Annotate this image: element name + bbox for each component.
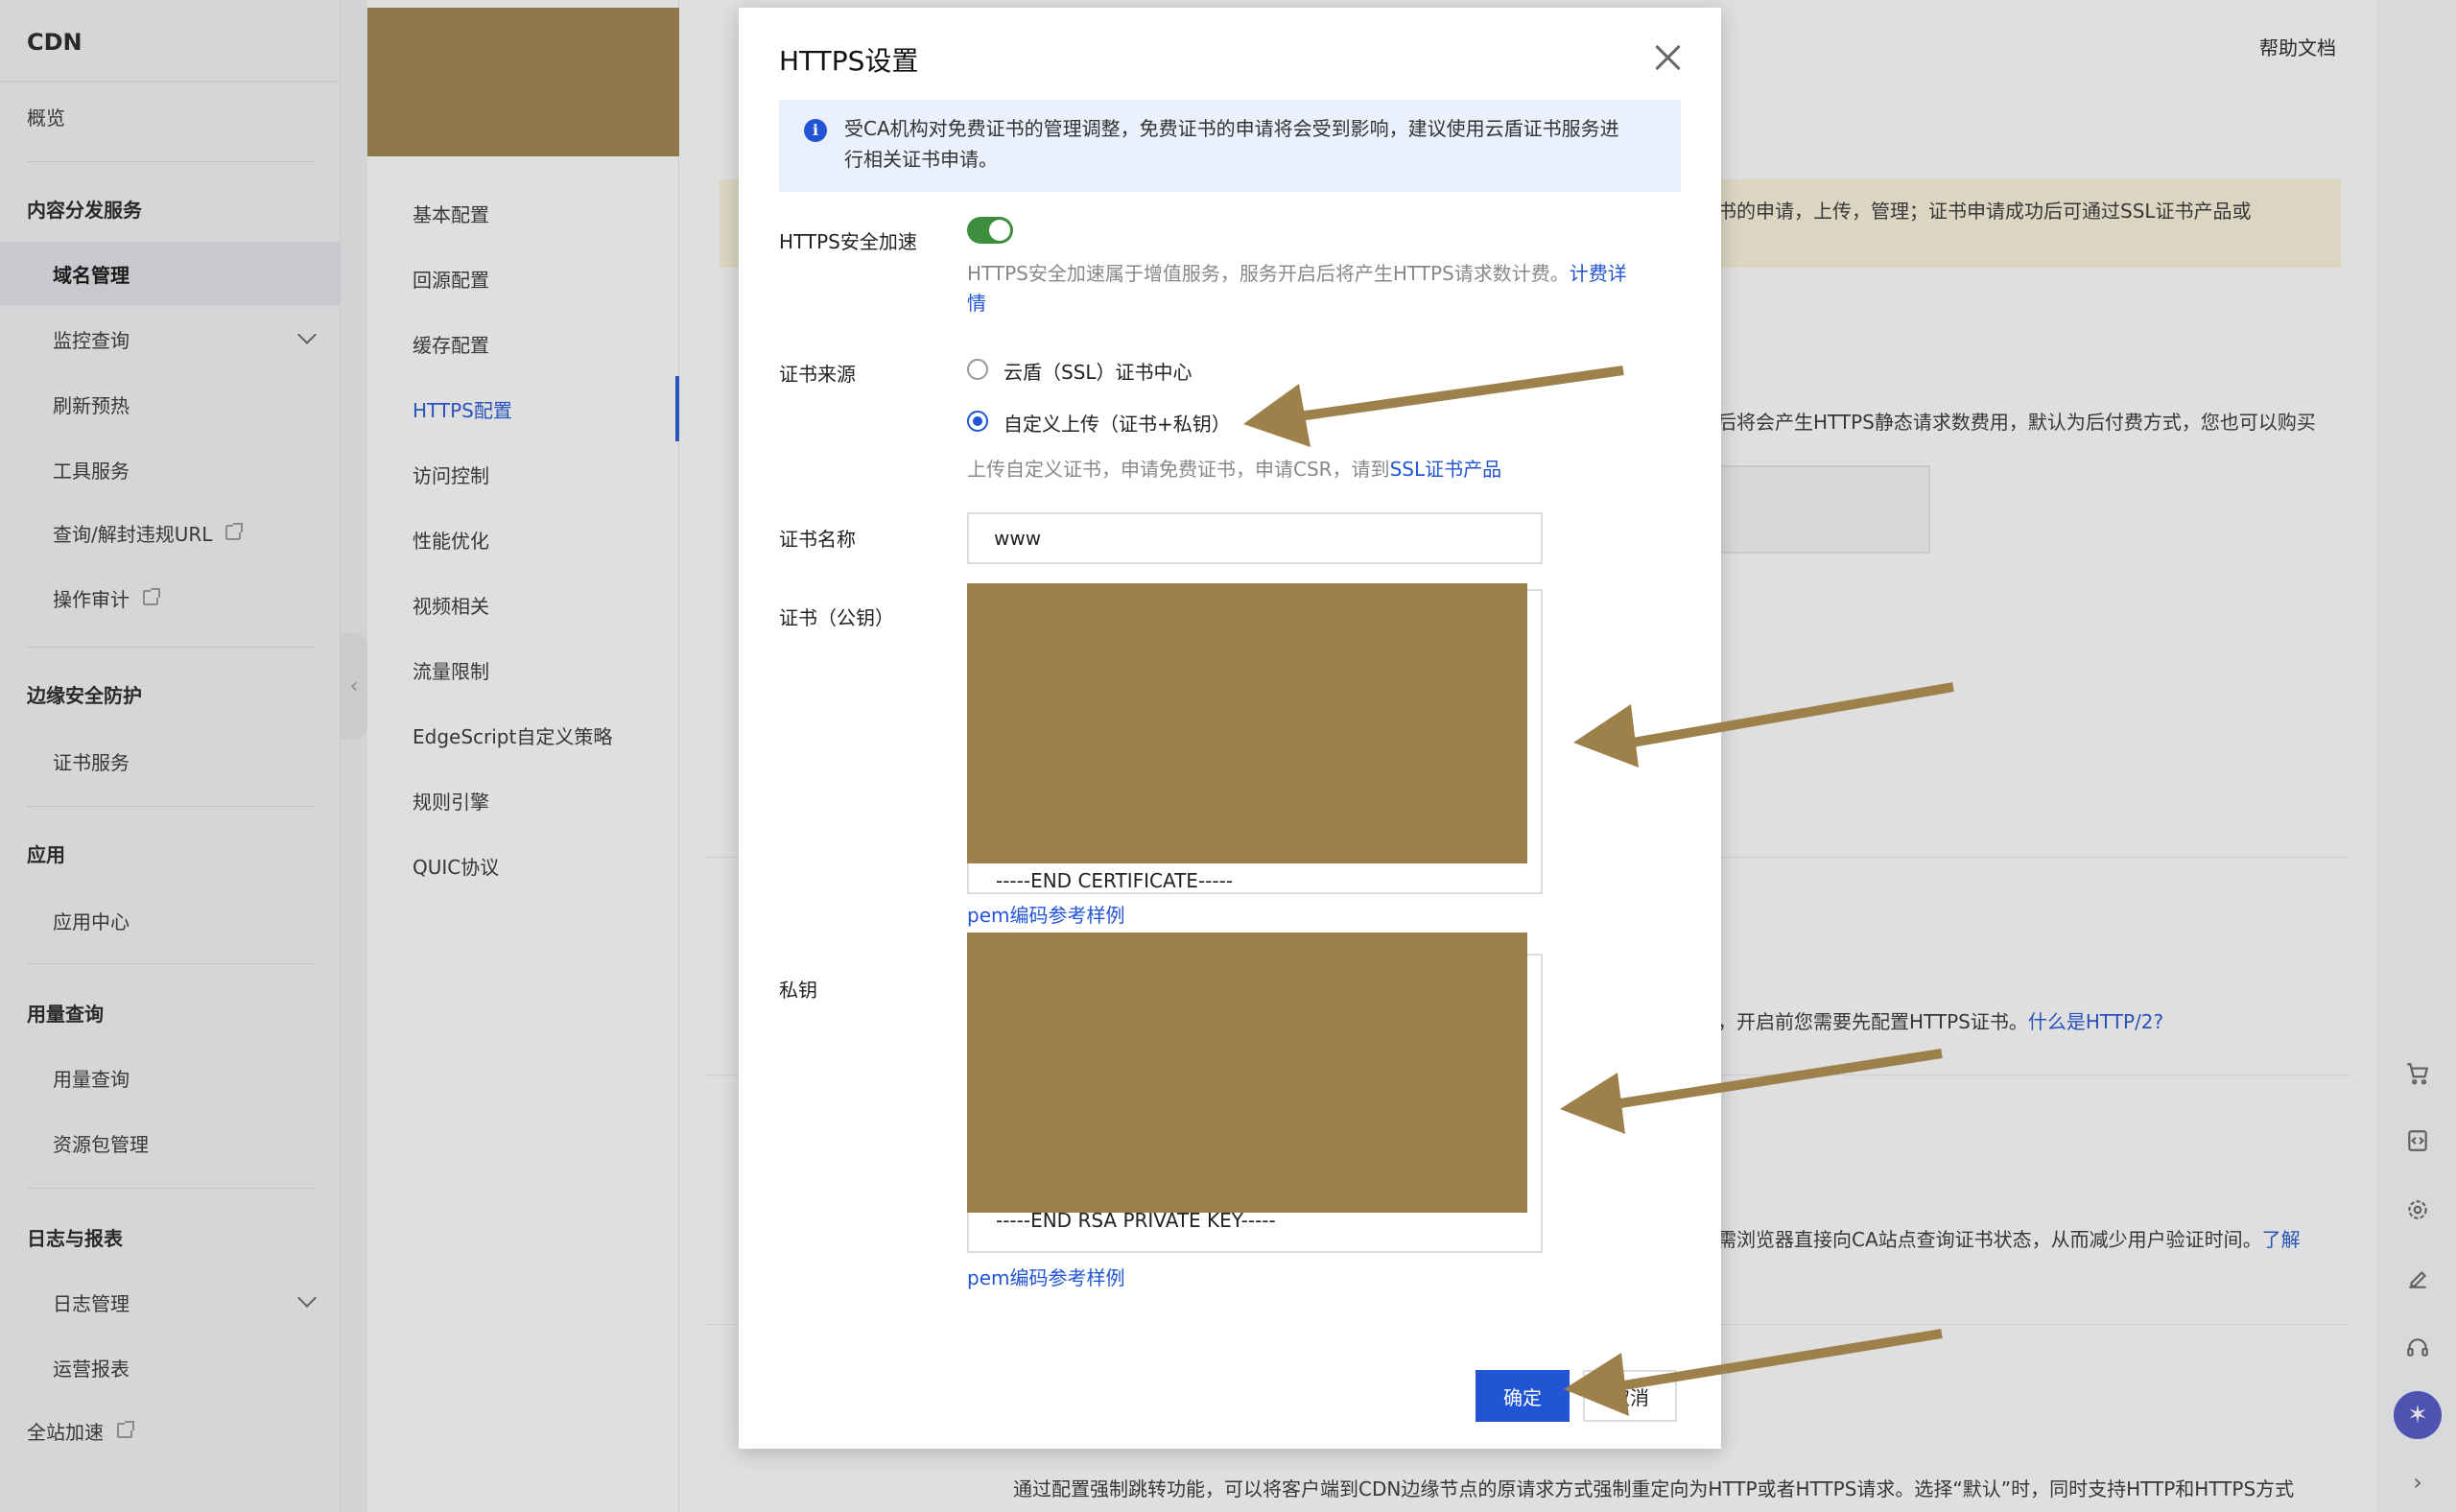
close-icon[interactable] bbox=[1648, 38, 1687, 77]
upload-hint: 上传自定义证书，申请免费证书，申请CSR，请到SSL证书产品 bbox=[967, 455, 1501, 484]
cert-public-end-line: -----END CERTIFICATE----- bbox=[996, 869, 1234, 892]
pem-sample-link-cert[interactable]: pem编码参考样例 bbox=[967, 900, 1124, 928]
https-settings-dialog: HTTPS设置 i 受CA机构对免费证书的管理调整，免费证书的申请将会受到影响，… bbox=[739, 8, 1721, 1449]
upload-hint-text: 上传自定义证书，申请免费证书，申请CSR，请到 bbox=[967, 458, 1390, 481]
cert-name-input[interactable] bbox=[967, 512, 1543, 564]
pem-sample-link-key[interactable]: pem编码参考样例 bbox=[967, 1263, 1124, 1290]
confirm-button[interactable]: 确定 bbox=[1476, 1370, 1570, 1422]
private-key-textarea[interactable]: -----END RSA PRIVATE KEY----- bbox=[967, 933, 1543, 1253]
cert-source-label: 证书来源 bbox=[779, 363, 856, 386]
redacted-certificate bbox=[967, 583, 1527, 863]
private-key-end-line: -----END RSA PRIVATE KEY----- bbox=[996, 1209, 1276, 1232]
info-icon: i bbox=[804, 119, 827, 142]
info-text: 受CA机构对免费证书的管理调整，免费证书的申请将会受到影响，建议使用云盾证书服务… bbox=[844, 117, 1619, 171]
https-accel-label: HTTPS安全加速 bbox=[779, 230, 917, 253]
https-accel-toggle[interactable] bbox=[967, 217, 1013, 244]
cert-source-option-custom[interactable]: 自定义上传（证书+私钥） bbox=[1004, 409, 1231, 437]
private-key-label: 私钥 bbox=[779, 979, 817, 1002]
ssl-product-link[interactable]: SSL证书产品 bbox=[1390, 458, 1502, 481]
dialog-title: HTTPS设置 bbox=[779, 45, 919, 77]
cancel-button[interactable]: 取消 bbox=[1583, 1370, 1677, 1422]
cert-source-radio-custom[interactable] bbox=[967, 411, 988, 432]
https-accel-hint: HTTPS安全加速属于增值服务，服务开启后将产生HTTPS请求数计费。计费详情 bbox=[967, 259, 1639, 319]
cert-public-label: 证书（公钥） bbox=[779, 606, 894, 629]
redacted-private-key bbox=[967, 933, 1527, 1213]
cert-public-textarea[interactable]: -----END CERTIFICATE----- bbox=[967, 583, 1543, 894]
cert-name-label: 证书名称 bbox=[779, 528, 856, 551]
cert-source-option-ssl-center[interactable]: 云盾（SSL）证书中心 bbox=[1004, 357, 1193, 385]
https-accel-hint-text: HTTPS安全加速属于增值服务，服务开启后将产生HTTPS请求数计费。 bbox=[967, 262, 1570, 285]
info-banner: i 受CA机构对免费证书的管理调整，免费证书的申请将会受到影响，建议使用云盾证书… bbox=[779, 100, 1681, 192]
cert-source-radio-ssl-center[interactable] bbox=[967, 359, 988, 380]
